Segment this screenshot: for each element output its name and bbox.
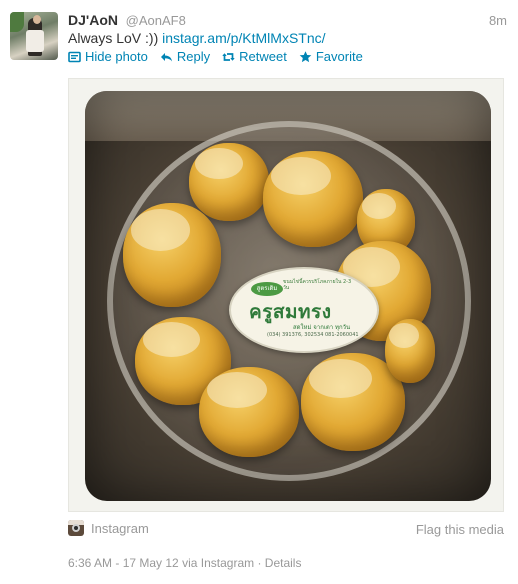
tweet-link[interactable]: instagr.am/p/KtMlMxSTnc/ bbox=[162, 30, 325, 46]
media-source[interactable]: Instagram bbox=[68, 520, 149, 536]
hide-photo-label: Hide photo bbox=[85, 49, 148, 64]
retweet-label: Retweet bbox=[239, 49, 287, 64]
details-link[interactable]: Details bbox=[265, 556, 302, 570]
tweet-footer: 6:36 AM - 17 May 12 via Instagram · Deta… bbox=[68, 556, 301, 570]
tweet-text-body: Always LoV :)) bbox=[68, 30, 163, 46]
media-source-label: Instagram bbox=[91, 520, 149, 536]
tweet-timestamp[interactable]: 6:36 AM - 17 May 12 bbox=[68, 556, 179, 570]
tweet-via[interactable]: via Instagram bbox=[182, 556, 254, 570]
instagram-icon bbox=[68, 520, 84, 536]
star-icon bbox=[299, 50, 312, 63]
avatar-figure-head bbox=[33, 15, 41, 24]
user-handle[interactable]: @AonAF8 bbox=[126, 13, 186, 28]
reply-icon bbox=[160, 51, 173, 63]
photo-icon bbox=[68, 51, 81, 63]
reply-label: Reply bbox=[176, 49, 211, 64]
tweet-text: Always LoV :)) instagr.am/p/KtMlMxSTnc/ bbox=[68, 30, 326, 46]
footer-separator: · bbox=[257, 556, 265, 570]
avatar-background-plant bbox=[10, 12, 24, 32]
retweet-icon bbox=[222, 51, 235, 63]
tweet-card: DJ'AoN @AonAF8 8m Always LoV :)) instagr… bbox=[0, 0, 518, 584]
reply-button[interactable]: Reply bbox=[160, 49, 210, 64]
user-name[interactable]: DJ'AoN bbox=[68, 12, 118, 28]
favorite-label: Favorite bbox=[315, 49, 363, 64]
flag-media-link[interactable]: Flag this media bbox=[416, 522, 504, 537]
hide-photo-button[interactable]: Hide photo bbox=[68, 49, 148, 64]
retweet-button[interactable]: Retweet bbox=[222, 49, 287, 64]
avatar[interactable] bbox=[10, 12, 58, 60]
favorite-button[interactable]: Favorite bbox=[299, 49, 363, 64]
tweet-time[interactable]: 8m bbox=[489, 13, 507, 28]
avatar-figure-dress bbox=[26, 30, 44, 52]
media-frame: สูตรเดิม ขนมไข่นี้ควรบริโภคภายใน 2-3 วัน… bbox=[68, 78, 504, 512]
tweet-header: DJ'AoN @AonAF8 bbox=[68, 12, 186, 30]
tweet-photo[interactable]: สูตรเดิม ขนมไข่นี้ควรบริโภคภายใน 2-3 วัน… bbox=[85, 91, 491, 501]
photo-vignette bbox=[85, 91, 491, 501]
tweet-actions: Hide photo Reply Retweet Favorite bbox=[68, 49, 363, 64]
